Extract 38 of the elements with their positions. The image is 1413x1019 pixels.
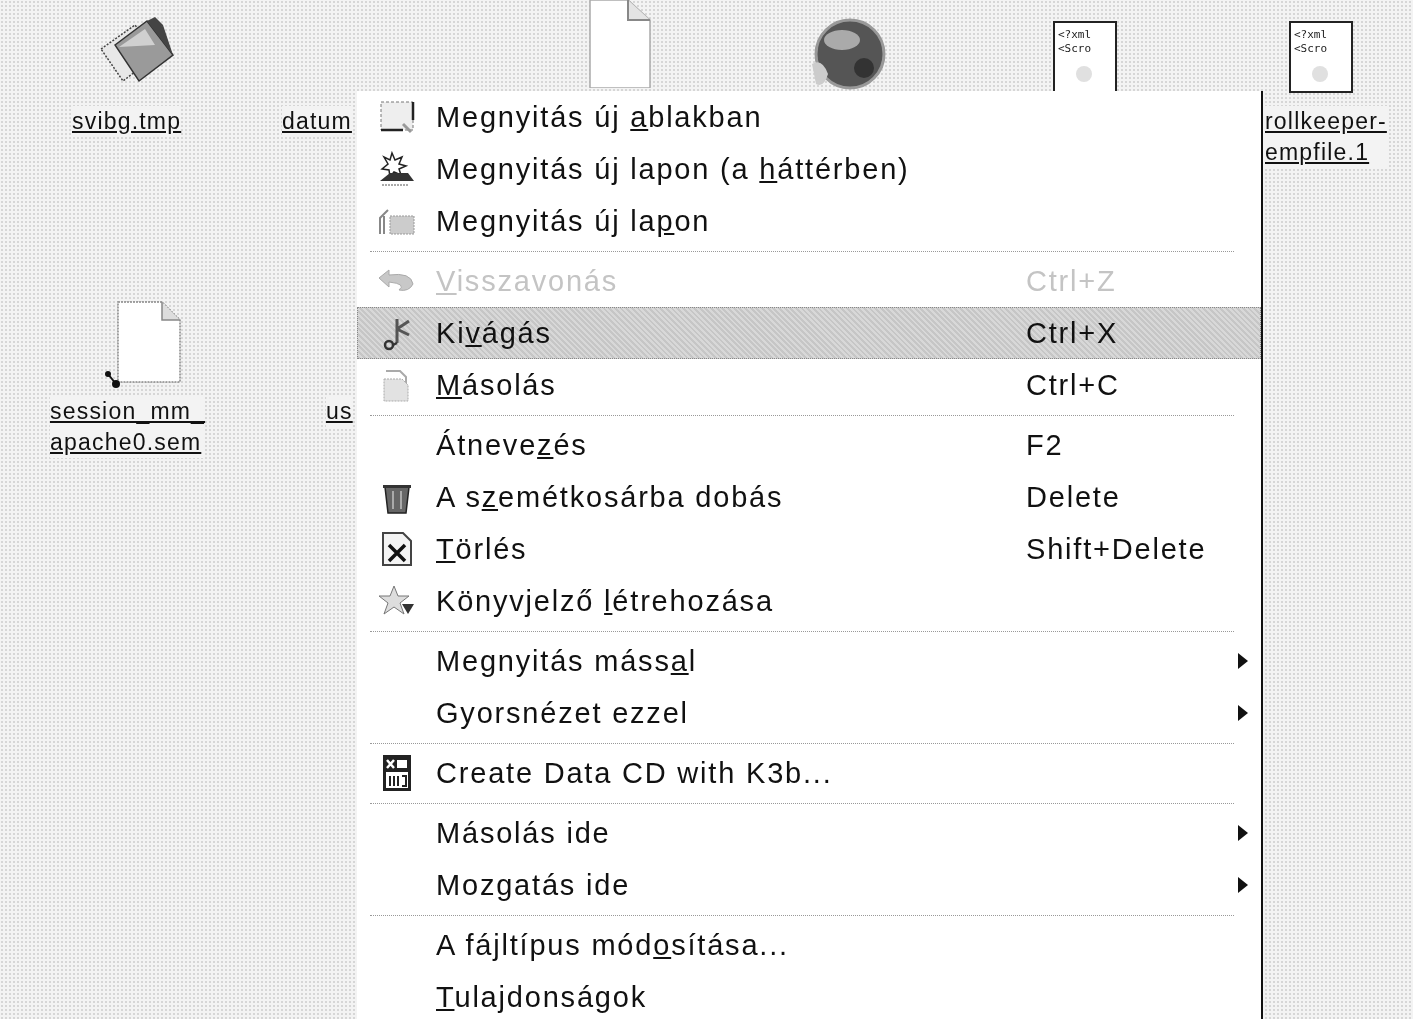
menu-item[interactable]: Megnyitás új lapon (a háttérben) xyxy=(357,143,1261,195)
submenu-arrow-icon xyxy=(1236,652,1249,670)
menu-item[interactable]: Megnyitás mással xyxy=(357,635,1261,687)
file-name-label[interactable]: us xyxy=(326,396,353,427)
file-name-label[interactable]: svibg.tmp xyxy=(72,106,182,137)
menu-item[interactable]: A szemétkosárba dobás Delete xyxy=(357,471,1261,523)
shortcut-label: Ctrl+Z xyxy=(1026,264,1117,297)
undo-icon xyxy=(377,268,417,294)
menu-item[interactable]: Könyvjelző létrehozása xyxy=(357,575,1261,627)
shortcut-label: Ctrl+X xyxy=(1026,316,1119,349)
submenu-arrow-icon xyxy=(1236,824,1249,842)
menu-item[interactable]: A fájltípus módosítása... xyxy=(357,919,1261,971)
menu-item[interactable]: Megnyitás új lapon xyxy=(357,195,1261,247)
menu-item[interactable]: Másolás ide xyxy=(357,807,1261,859)
menu-item[interactable]: Create Data CD with K3b... xyxy=(357,747,1261,799)
sparkle-tab-icon xyxy=(378,151,416,187)
shortcut-label: Delete xyxy=(1026,480,1121,513)
shortcut-label: F2 xyxy=(1026,428,1064,461)
delete-document-icon xyxy=(381,531,413,567)
menu-item[interactable]: Megnyitás új ablakban xyxy=(357,91,1261,143)
menu-item[interactable]: Törlés Shift+Delete xyxy=(357,523,1261,575)
shortcut-label: Shift+Delete xyxy=(1026,532,1207,565)
window-icon xyxy=(379,100,415,134)
xml-file-icon[interactable]: <?xml <Scro xyxy=(1288,20,1354,94)
file-name-label[interactable]: rollkeeper- empfile.1 xyxy=(1265,106,1387,168)
shortcut-label: Ctrl+C xyxy=(1026,368,1120,401)
file-name-label[interactable]: datum xyxy=(282,106,352,137)
menu-item[interactable]: Átnevezés F2 xyxy=(357,419,1261,471)
xml-file-icon[interactable]: <?xml <Scro xyxy=(1052,20,1118,94)
menu-item[interactable]: Másolás Ctrl+C xyxy=(357,359,1261,411)
star-bookmark-icon xyxy=(378,584,416,618)
submenu-arrow-icon xyxy=(1236,704,1249,722)
menu-item[interactable]: Gyorsnézet ezzel xyxy=(357,687,1261,739)
submenu-arrow-icon xyxy=(1236,876,1249,894)
menu-item[interactable]: Kivágás Ctrl+X xyxy=(357,307,1261,359)
file-name-label[interactable]: session_mm_ apache0.sem xyxy=(50,396,206,458)
menu-item[interactable]: Mozgatás ide xyxy=(357,859,1261,911)
menu-item[interactable]: Tulajdonságok xyxy=(357,971,1261,1019)
